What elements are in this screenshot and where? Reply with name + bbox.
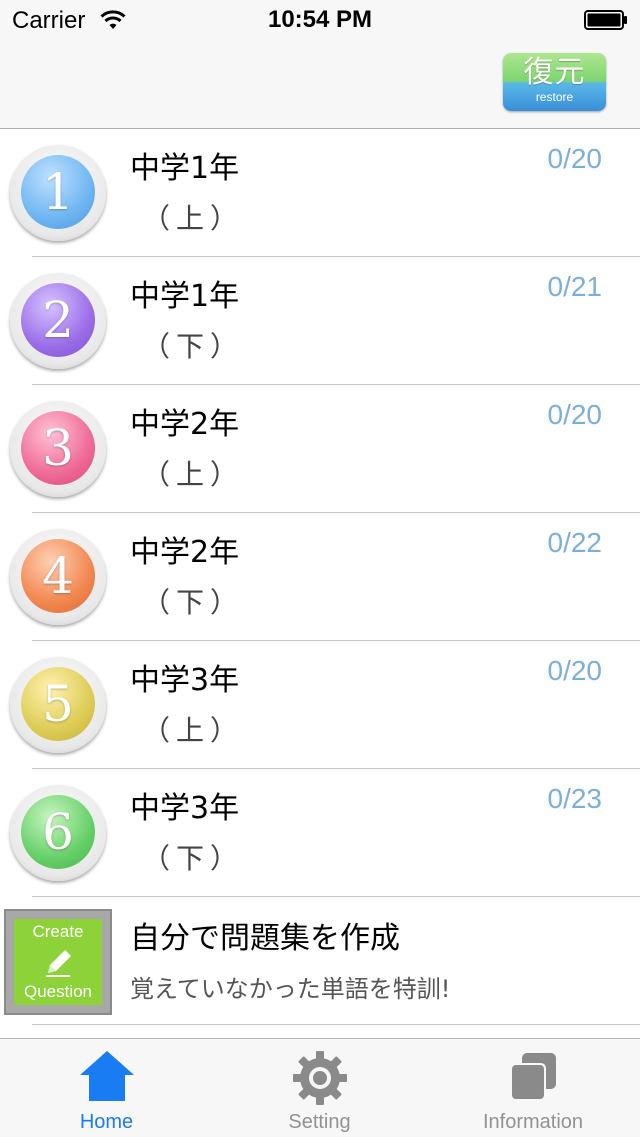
badge-number: 2: [21, 283, 95, 357]
tab-information-label: Information: [482, 1111, 584, 1133]
list-item-3[interactable]: 3 中学2年 （上） 0/20: [0, 385, 640, 513]
badge-number: 4: [21, 539, 95, 613]
create-question-item[interactable]: Create Question 自分で問題集を作成 覚えていなかった単語を特訓!: [0, 897, 640, 1025]
list-item-4[interactable]: 4 中学2年 （下） 0/22: [0, 513, 640, 641]
create-icon-line2: Question: [23, 982, 93, 1001]
item-progress-count: 0/20: [547, 655, 603, 686]
item-progress-count: 0/23: [547, 783, 603, 814]
item-title: 中学3年: [130, 791, 240, 826]
item-subtitle: （下）: [142, 842, 245, 875]
clock: 10:54 PM: [267, 6, 373, 33]
create-question-icon: Create Question: [4, 909, 112, 1015]
create-icon-line1: Create: [32, 922, 84, 941]
status-bar: Carrier 10:54 PM: [0, 0, 640, 40]
item-subtitle: （上）: [142, 458, 245, 491]
copy-icon: [510, 1053, 556, 1101]
navigation-bar: 復元 restore: [0, 40, 640, 129]
create-question-subtitle: 覚えていなかった単語を特訓!: [130, 975, 451, 1003]
item-progress-count: 0/22: [547, 527, 603, 558]
item-title: 中学1年: [130, 279, 240, 314]
item-subtitle: （上）: [142, 714, 245, 747]
list-item-2[interactable]: 2 中学1年 （下） 0/21: [0, 257, 640, 385]
badge-number: 3: [21, 411, 95, 485]
badge-number: 6: [21, 795, 95, 869]
item-title: 中学2年: [130, 535, 240, 570]
home-icon: [79, 1051, 134, 1101]
restore-button[interactable]: 復元 restore: [503, 53, 606, 111]
tab-information[interactable]: Information: [426, 1039, 640, 1137]
list-item-1[interactable]: 1 中学1年 （上） 0/20: [0, 129, 640, 257]
course-list: 1 中学1年 （上） 0/20 2 中学1年 （下） 0/21 3 中学2年 （…: [0, 129, 640, 1025]
tab-setting[interactable]: Setting: [213, 1039, 426, 1137]
list-item-5[interactable]: 5 中学3年 （上） 0/20: [0, 641, 640, 769]
number-badge-icon: 3: [10, 401, 106, 497]
number-badge-icon: 4: [10, 529, 106, 625]
list-item-6[interactable]: 6 中学3年 （下） 0/23: [0, 769, 640, 897]
number-badge-icon: 6: [10, 785, 106, 881]
number-badge-icon: 5: [10, 657, 106, 753]
badge-number: 5: [21, 667, 95, 741]
create-question-title: 自分で問題集を作成: [130, 921, 400, 956]
number-badge-icon: 2: [10, 273, 106, 369]
item-subtitle: （下）: [142, 330, 245, 363]
gear-icon: [292, 1051, 347, 1105]
restore-label: restore: [535, 90, 574, 104]
pencil-icon: [46, 950, 71, 977]
badge-number: 1: [21, 155, 95, 229]
item-progress-count: 0/21: [547, 271, 603, 302]
item-title: 中学2年: [130, 407, 240, 442]
item-subtitle: （上）: [142, 202, 245, 235]
item-progress-count: 0/20: [547, 399, 603, 430]
restore-kanji-label: 復元: [523, 55, 586, 90]
battery-icon: [584, 10, 627, 30]
tab-setting-label: Setting: [288, 1111, 351, 1133]
item-subtitle: （下）: [142, 586, 245, 619]
row-divider: [32, 1024, 640, 1025]
tab-bar: Home Setting Information: [0, 1038, 640, 1137]
item-progress-count: 0/20: [547, 143, 603, 174]
item-title: 中学1年: [130, 151, 240, 186]
tab-home-label: Home: [79, 1111, 134, 1133]
tab-home[interactable]: Home: [0, 1039, 213, 1137]
item-title: 中学3年: [130, 663, 240, 698]
number-badge-icon: 1: [10, 145, 106, 241]
